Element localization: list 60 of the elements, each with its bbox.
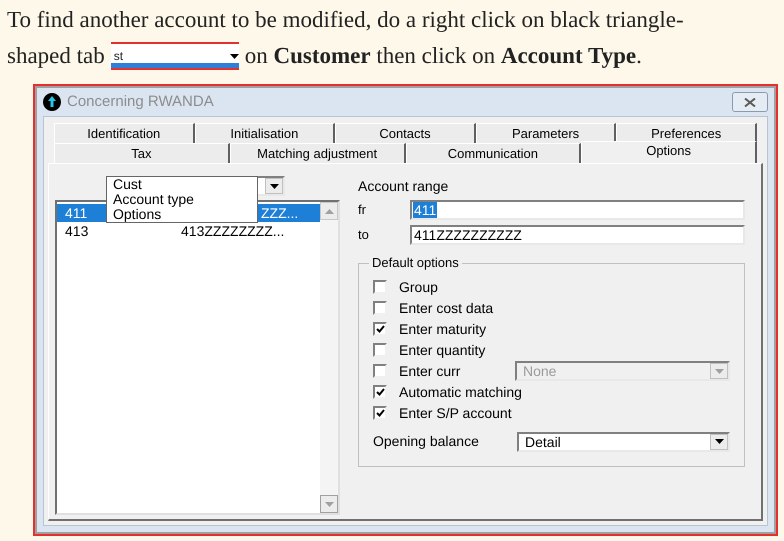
caret-icon xyxy=(324,502,334,506)
menu-item[interactable]: Options xyxy=(107,207,257,222)
instruction-text: To find another account to be modified, do a right click on black triangle- xyxy=(7,6,684,34)
tab[interactable]: Options xyxy=(581,141,757,163)
checkbox-label: Enter cost data xyxy=(399,298,494,318)
check-icon xyxy=(376,388,384,396)
tab[interactable]: Contacts xyxy=(335,123,476,143)
field-value: 411 xyxy=(413,202,438,218)
caret-icon xyxy=(230,54,239,58)
field-label: fr xyxy=(358,201,367,220)
tab[interactable]: Matching adjustment xyxy=(230,143,406,163)
input-field[interactable]: 411 xyxy=(410,200,745,220)
check-icon xyxy=(376,409,384,417)
caret-icon xyxy=(714,439,724,444)
checkbox[interactable] xyxy=(373,385,387,399)
checkbox-label: Enter maturity xyxy=(399,320,486,339)
up-caret-icon xyxy=(324,208,334,214)
tab[interactable]: Parameters xyxy=(476,123,616,143)
menu-item[interactable]: Account type xyxy=(107,192,257,207)
dropdown[interactable]: Detail xyxy=(517,432,730,452)
checkbox[interactable] xyxy=(373,406,387,420)
close-button[interactable] xyxy=(732,92,768,112)
dropdown-value: Detail xyxy=(524,434,562,448)
tab[interactable]: Communication xyxy=(406,143,582,163)
tab[interactable]: Initialisation xyxy=(194,123,336,143)
dropdown-snippet: st xyxy=(110,42,239,70)
scrollbar[interactable] xyxy=(320,202,338,513)
caret-icon xyxy=(714,368,724,374)
checkbox[interactable] xyxy=(373,301,387,315)
tab[interactable]: Identification xyxy=(54,123,195,143)
window-title: Concerning RWANDA xyxy=(67,92,215,112)
checkbox-label: Enter S/P account xyxy=(399,404,512,422)
checkbox-label: Enter quantity xyxy=(399,340,486,360)
check-icon xyxy=(376,325,384,333)
table-cell-text: 413 xyxy=(65,224,90,238)
scroll-up-button[interactable] xyxy=(320,202,338,220)
checkbox-label: Group xyxy=(399,278,438,297)
checkbox[interactable] xyxy=(373,343,387,357)
field-label: Opening balance xyxy=(373,432,480,451)
scroll-down-button[interactable] xyxy=(320,495,338,513)
close-icon xyxy=(744,98,756,106)
table-cell-text: 411 xyxy=(65,206,88,220)
field-label: to xyxy=(358,226,370,244)
checkbox-label: Enter curr xyxy=(399,362,462,380)
dropdown-value: None xyxy=(522,364,558,378)
tab[interactable]: Preferences xyxy=(616,123,757,143)
table-cell: ZZZ... xyxy=(261,206,298,220)
tab[interactable]: Tax xyxy=(54,143,230,163)
field-value: 411ZZZZZZZZZZ xyxy=(413,227,523,243)
checkbox[interactable] xyxy=(373,364,387,378)
table-cell: 413ZZZZZZZZ... xyxy=(181,224,284,238)
instruction-text: shaped tab xyxy=(7,42,105,70)
section-label: Account range xyxy=(358,177,450,195)
checkbox[interactable] xyxy=(373,322,387,336)
checkbox[interactable] xyxy=(373,280,387,294)
checkbox-label: Automatic matching xyxy=(399,382,522,402)
input-field[interactable]: 411ZZZZZZZZZZ xyxy=(410,225,745,245)
caret-icon xyxy=(270,184,278,188)
list-row[interactable]: 413 413ZZZZZZZZ... xyxy=(57,222,320,240)
instruction-text: on Customer then click on Account Type. xyxy=(244,42,642,70)
